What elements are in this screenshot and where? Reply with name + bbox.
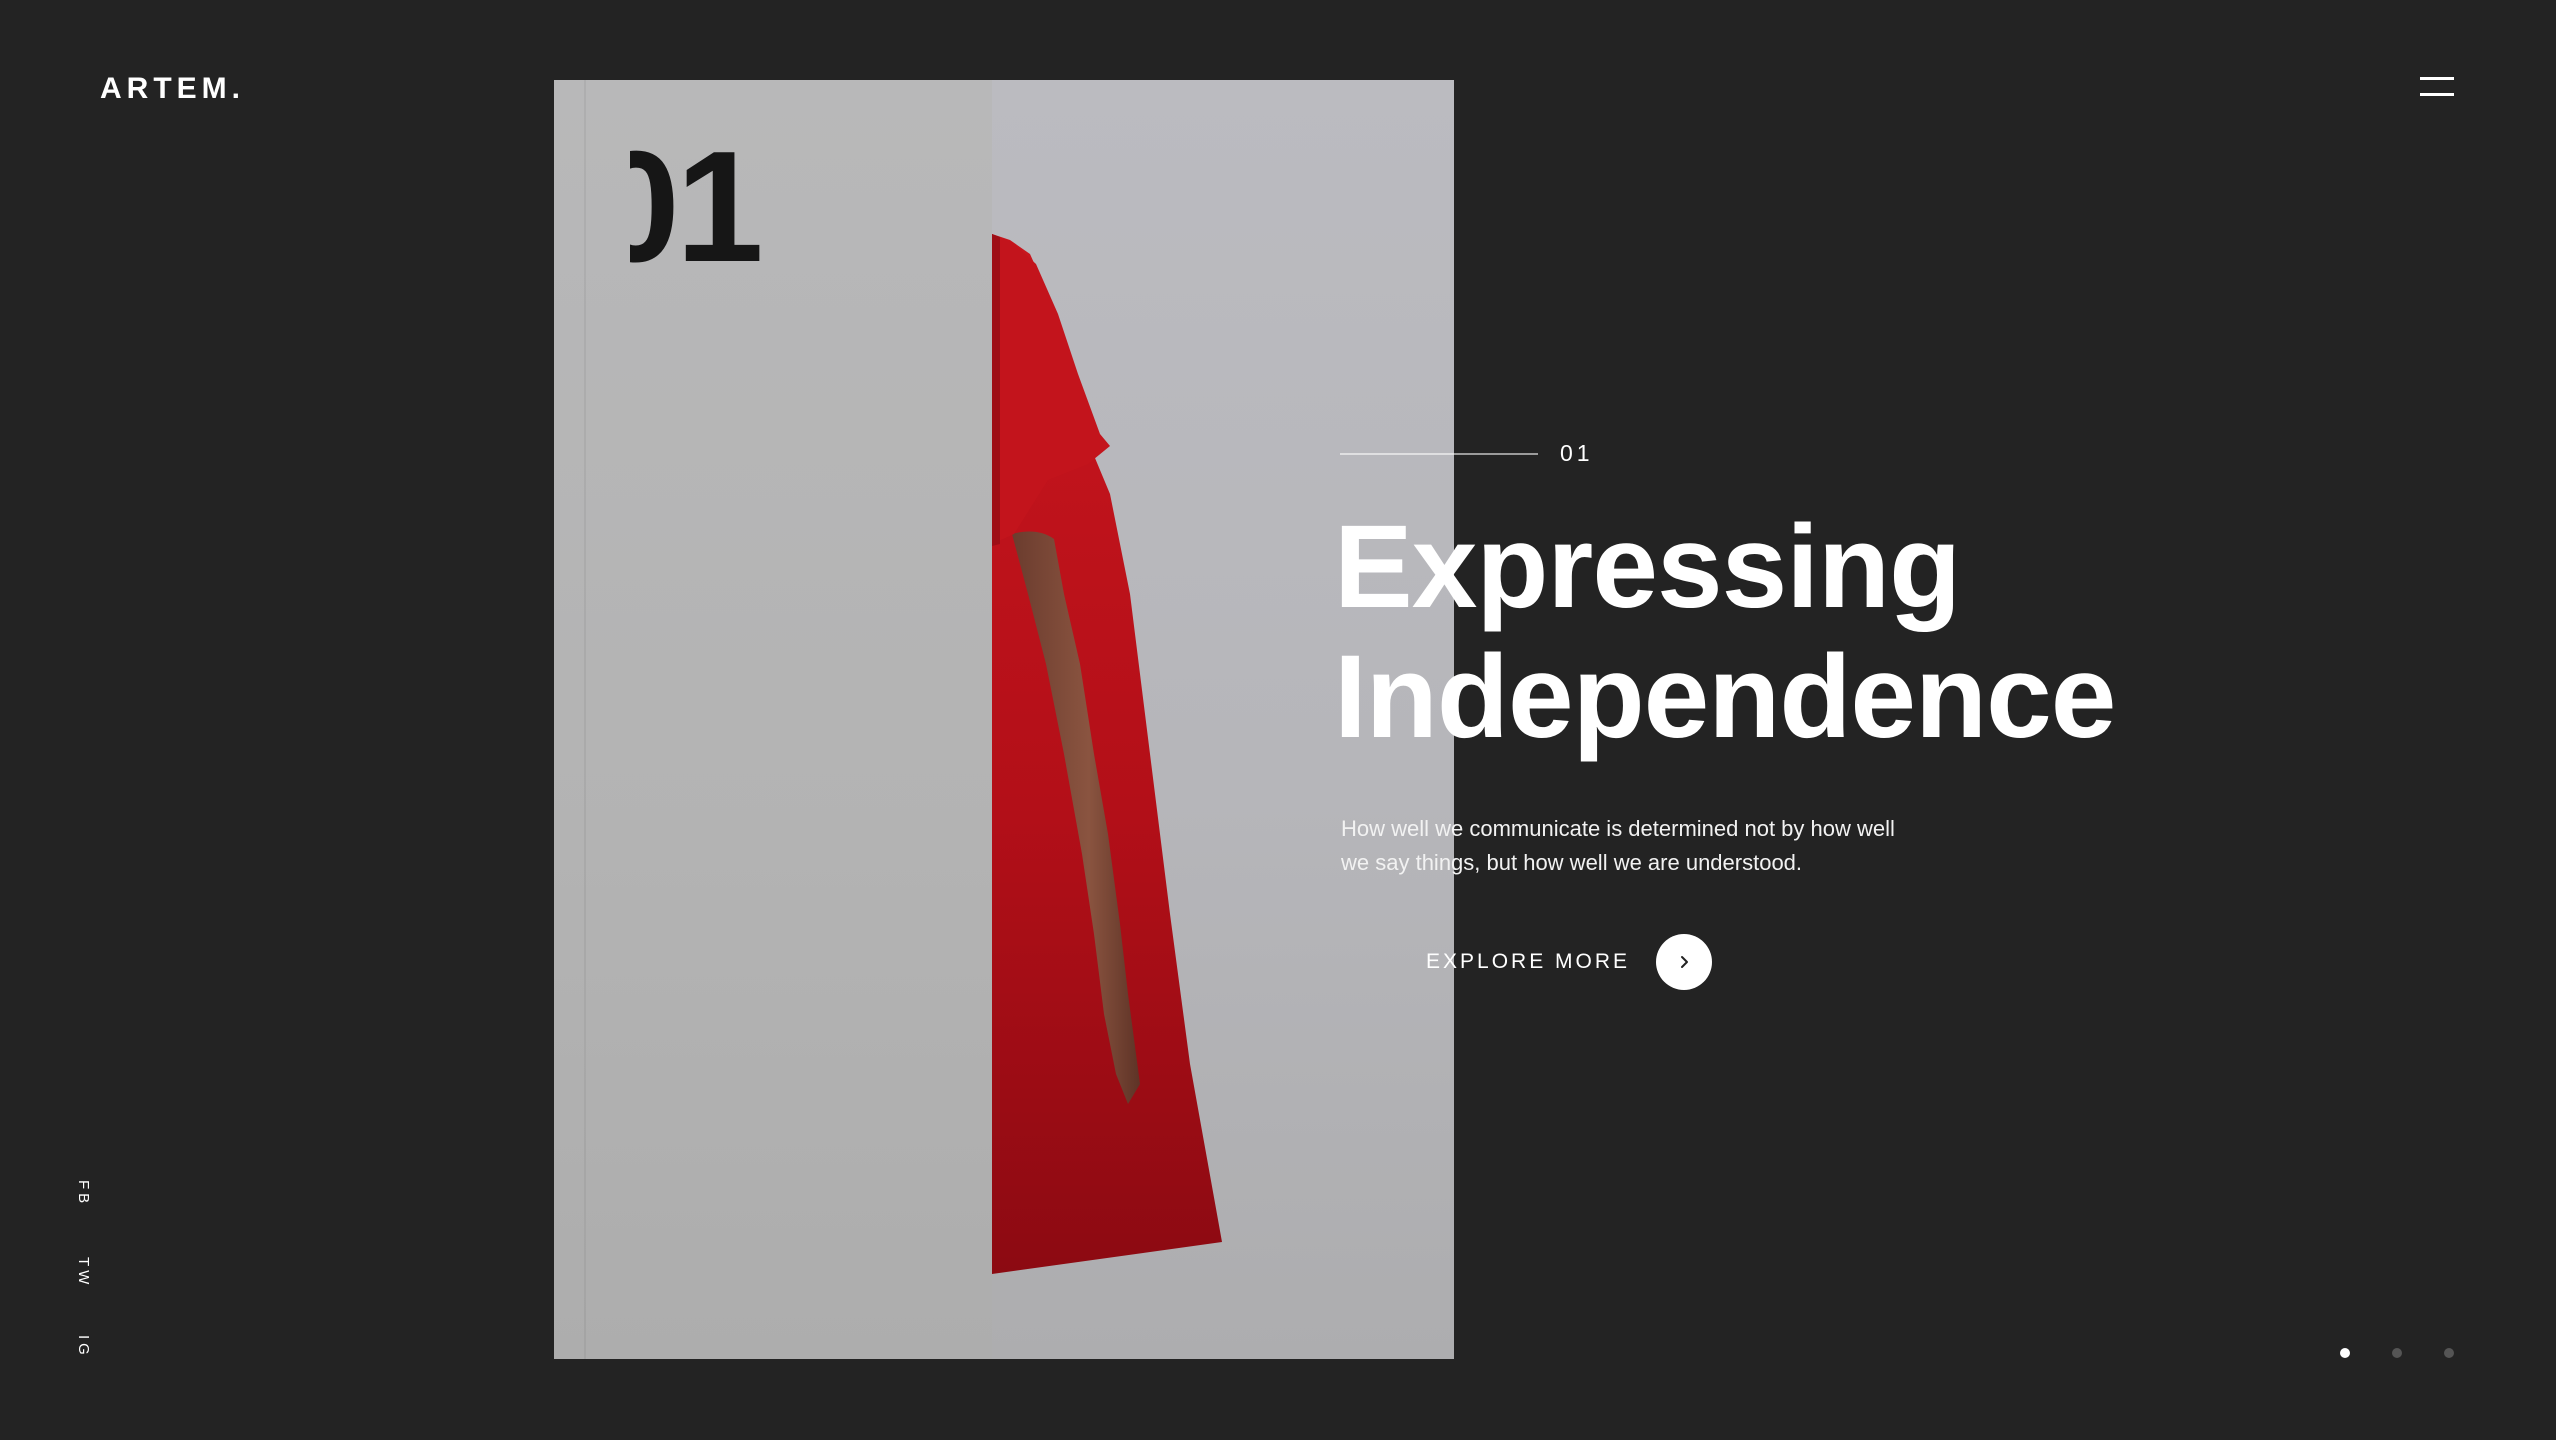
wall-left-panel xyxy=(554,80,992,1359)
slide-title-line-1: Expressing xyxy=(1334,501,1961,633)
slide-title: Expressing Independence xyxy=(1334,501,2116,763)
social-link-fb[interactable]: FB xyxy=(75,1180,92,1207)
pagination-dot-2[interactable] xyxy=(2392,1348,2402,1358)
wall-seam xyxy=(584,80,586,1359)
social-link-tw[interactable]: TW xyxy=(75,1257,92,1288)
hero-slider: ARTEM. 01 01 Expressing Independence How… xyxy=(0,0,2556,1440)
hamburger-menu-icon[interactable] xyxy=(2420,77,2456,99)
menu-bar-top xyxy=(2420,77,2454,80)
red-dress-figure xyxy=(992,234,1222,1274)
pagination-dot-1[interactable] xyxy=(2340,1348,2350,1358)
chevron-right-icon[interactable] xyxy=(1656,934,1713,990)
slide-title-line-2: Independence xyxy=(1334,631,2116,763)
slide-image: 01 xyxy=(554,80,1454,1359)
pagination-dot-3[interactable] xyxy=(2444,1348,2454,1358)
brand-logo[interactable]: ARTEM. xyxy=(100,72,245,106)
slider-pagination xyxy=(2340,1348,2454,1358)
social-link-ig[interactable]: IG xyxy=(75,1335,92,1359)
menu-bar-bottom xyxy=(2420,93,2454,96)
slide-counter: 01 xyxy=(1340,440,1594,467)
slide-description: How well we communicate is determined no… xyxy=(1341,816,1895,875)
chevron-right-glyph xyxy=(1681,956,1689,968)
explore-more-label[interactable]: EXPLORE MORE xyxy=(1426,950,1630,974)
counter-divider-line xyxy=(1340,452,1538,455)
explore-more-button[interactable]: EXPLORE MORE xyxy=(1426,934,1713,990)
slide-counter-number: 01 xyxy=(1560,440,1594,466)
